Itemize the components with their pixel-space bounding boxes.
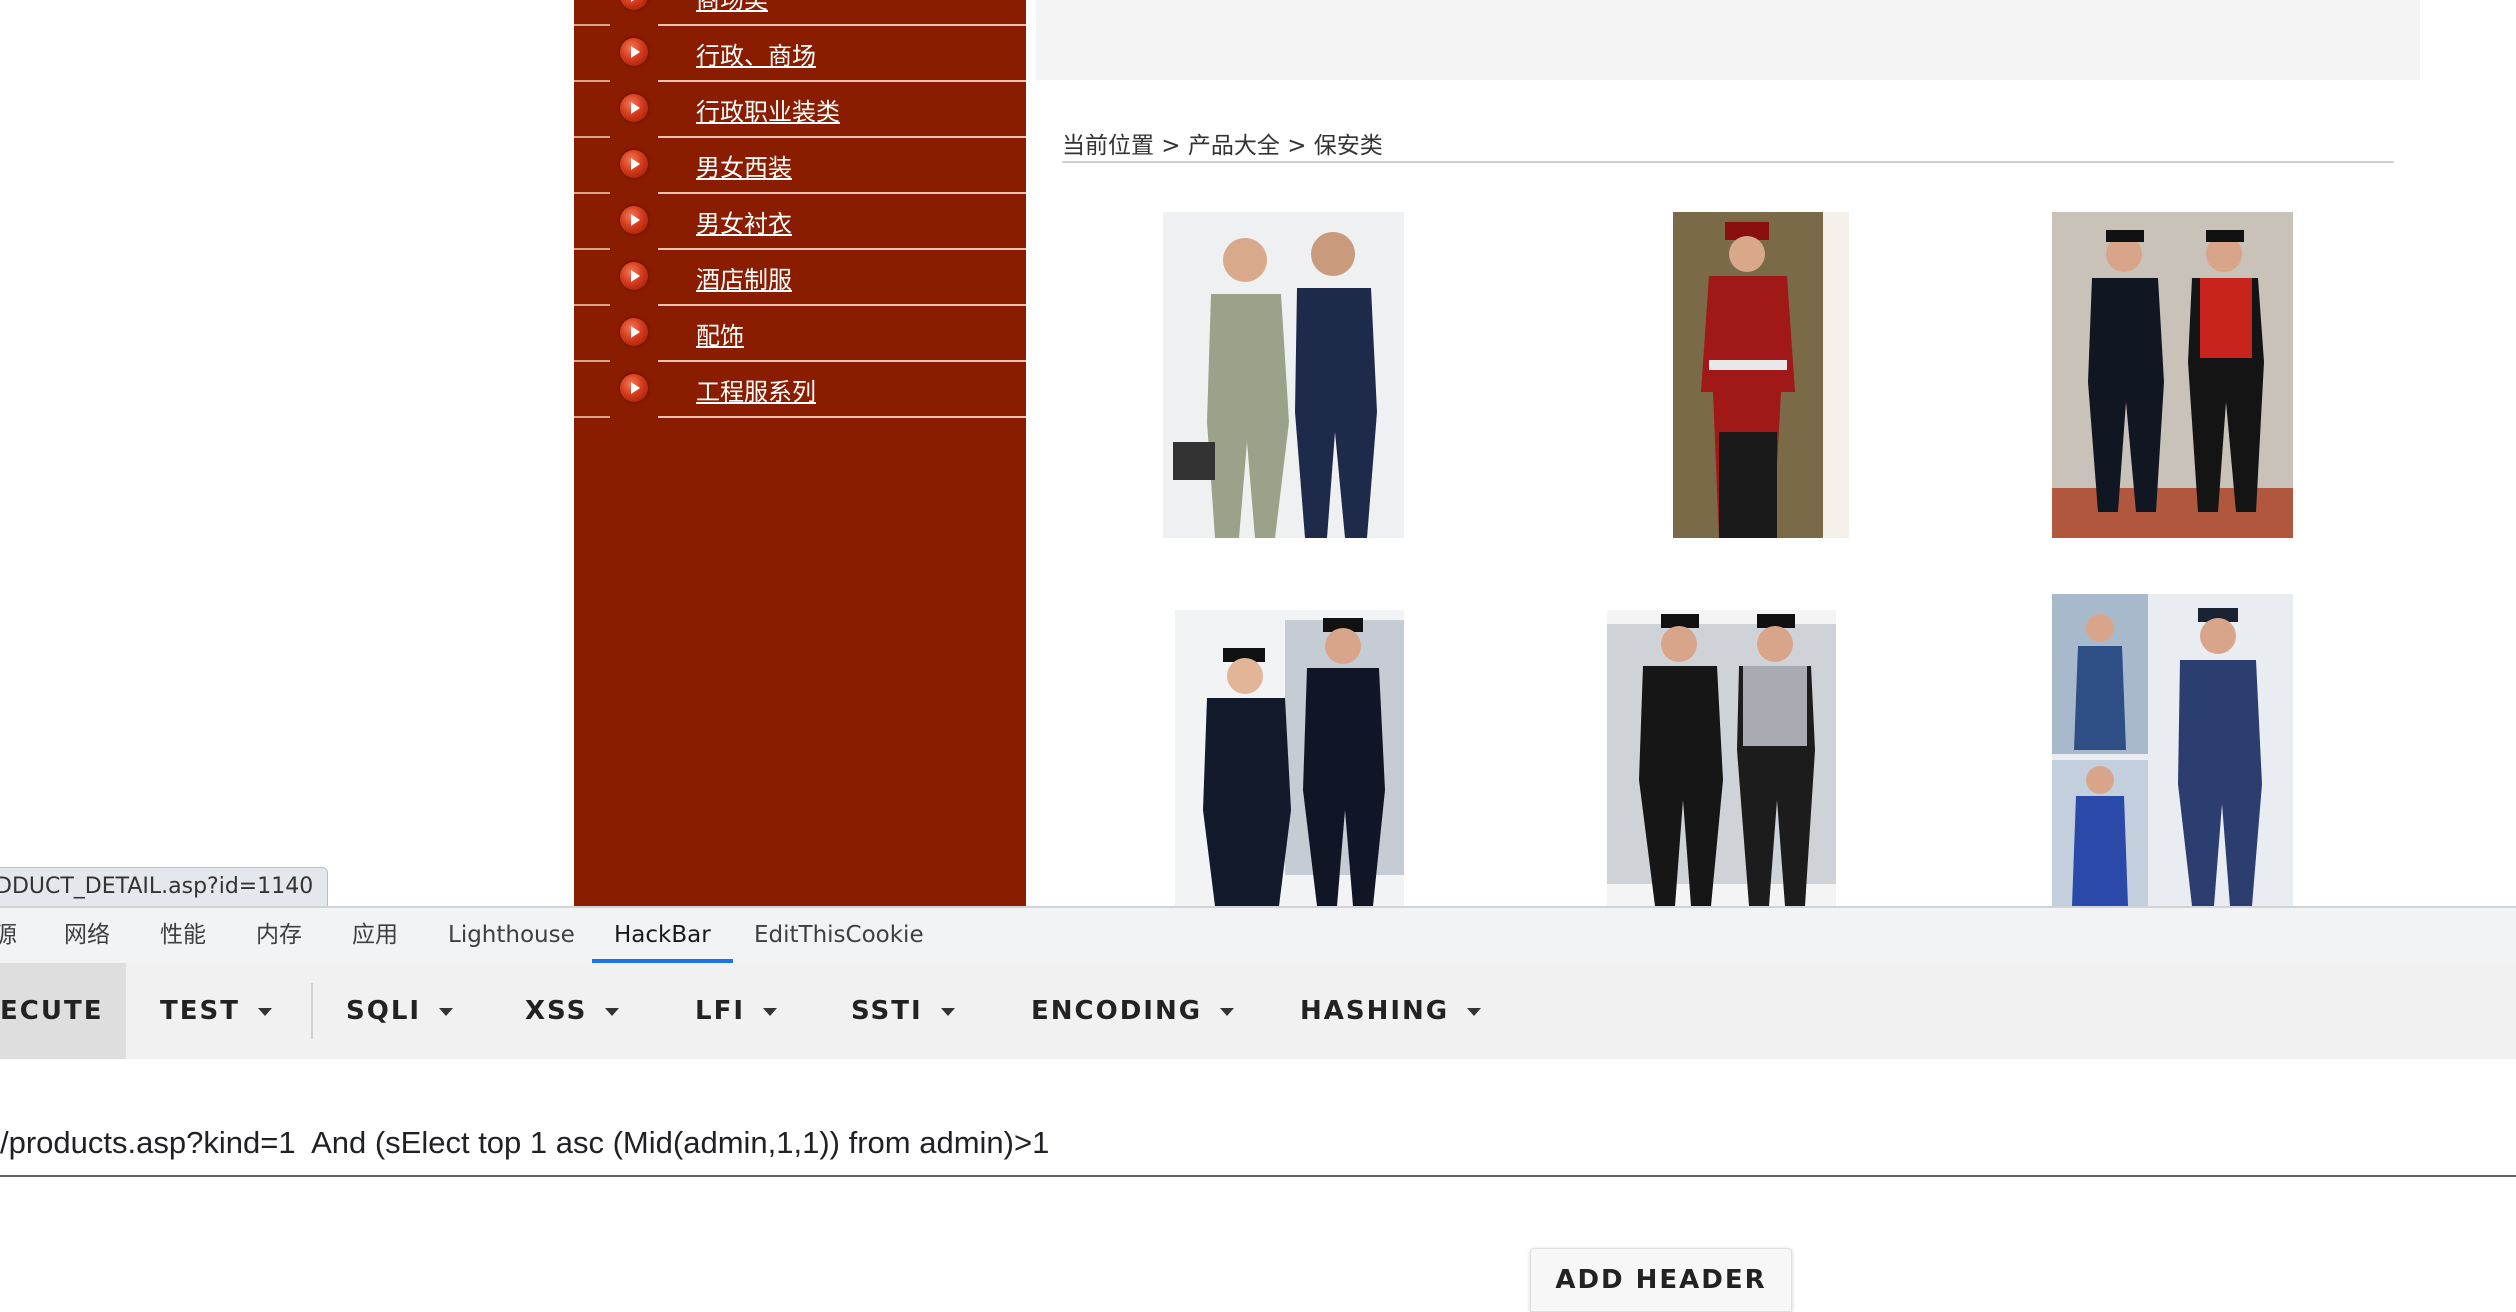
- lfi-label: LFI: [695, 996, 746, 1026]
- arrow-bullet-icon: [620, 206, 648, 234]
- arrow-bullet-icon: [620, 262, 648, 290]
- product-image-3[interactable]: [2052, 212, 2293, 538]
- sidebar-item-shirts[interactable]: 男女衬衣: [574, 194, 1026, 250]
- content-header-box: [1036, 0, 2420, 80]
- sidebar-item-label[interactable]: 男女衬衣: [696, 204, 792, 239]
- chevron-down-icon: [1467, 1007, 1482, 1016]
- sidebar-item-label[interactable]: 行政职业装类: [696, 92, 840, 127]
- ssti-dropdown[interactable]: SSTI: [851, 963, 955, 1059]
- hashing-label: HASHING: [1300, 996, 1450, 1026]
- chevron-down-icon: [763, 1007, 778, 1016]
- sidebar-item-workwear[interactable]: 工程服系列: [574, 362, 1026, 418]
- chevron-down-icon: [940, 1007, 955, 1016]
- tab-sources[interactable]: 源: [0, 908, 17, 962]
- sidebar-item-hotel-uniforms[interactable]: 酒店制服: [574, 250, 1026, 306]
- arrow-bullet-icon: [620, 38, 648, 66]
- sqli-dropdown[interactable]: SQLI: [346, 963, 454, 1059]
- product-image-4[interactable]: [1175, 610, 1404, 906]
- execute-label: ECUTE: [0, 996, 104, 1026]
- category-sidebar: 商场类 行政、商场 行政职业装类 男女西装 男女衬衣 酒店制服 配饰 工程服系列: [574, 0, 1026, 906]
- sidebar-item-label[interactable]: 工程服系列: [696, 372, 816, 407]
- tab-performance[interactable]: 性能: [160, 908, 206, 962]
- sidebar-item-label[interactable]: 行政、商场: [696, 36, 816, 71]
- tab-lighthouse[interactable]: Lighthouse: [448, 908, 575, 962]
- encoding-dropdown[interactable]: ENCODING: [1031, 963, 1235, 1059]
- execute-button[interactable]: ECUTE: [0, 963, 126, 1059]
- link-status-url: DDUCT_DETAIL.asp?id=1140: [0, 867, 329, 906]
- sidebar-item-suits[interactable]: 男女西装: [574, 138, 1026, 194]
- tab-hackbar[interactable]: HackBar: [592, 908, 733, 963]
- arrow-bullet-icon: [620, 150, 648, 178]
- arrow-bullet-icon: [620, 0, 648, 10]
- tab-network[interactable]: 网络: [64, 908, 110, 962]
- divider: [1062, 161, 2394, 163]
- sqli-label: SQLI: [346, 996, 422, 1026]
- arrow-bullet-icon: [620, 318, 648, 346]
- tab-editthiscookie[interactable]: EditThisCookie: [754, 908, 924, 962]
- product-image-6[interactable]: [2052, 594, 2293, 906]
- breadcrumb: 当前位置 > 产品大全 > 保安类: [1062, 133, 1383, 159]
- lfi-dropdown[interactable]: LFI: [695, 963, 778, 1059]
- sidebar-item-label[interactable]: 商场类: [696, 0, 768, 15]
- tab-memory[interactable]: 内存: [256, 908, 302, 962]
- sidebar-item-office-wear[interactable]: 行政职业装类: [574, 82, 1026, 138]
- test-label: TEST: [160, 996, 240, 1026]
- xss-label: XSS: [525, 996, 588, 1026]
- ssti-label: SSTI: [851, 996, 923, 1026]
- sidebar-item-label[interactable]: 配饰: [696, 316, 744, 351]
- test-dropdown[interactable]: TEST: [160, 963, 272, 1059]
- hackbar-toolbar: ECUTE TEST SQLI XSS LFI SSTI ENCODING HA…: [0, 963, 2516, 1059]
- chevron-down-icon: [439, 1007, 454, 1016]
- devtools-tabbar: 源 网络 性能 内存 应用 Lighthouse HackBar EditThi…: [0, 906, 2516, 965]
- chevron-down-icon: [1220, 1007, 1235, 1016]
- sidebar-item-label[interactable]: 男女西装: [696, 148, 792, 183]
- hashing-dropdown[interactable]: HASHING: [1300, 963, 1482, 1059]
- product-image-2[interactable]: [1673, 212, 1849, 538]
- product-image-5[interactable]: [1607, 610, 1836, 906]
- sidebar-item-label[interactable]: 酒店制服: [696, 260, 792, 295]
- tab-application[interactable]: 应用: [352, 908, 398, 962]
- sidebar-item-mall[interactable]: 商场类: [574, 0, 1026, 26]
- product-image-1[interactable]: [1163, 212, 1404, 538]
- arrow-bullet-icon: [620, 374, 648, 402]
- add-header-button[interactable]: ADD HEADER: [1530, 1248, 1792, 1312]
- divider: [574, 416, 610, 418]
- devtools-panel: 源 网络 性能 内存 应用 Lighthouse HackBar EditThi…: [0, 906, 2516, 1312]
- arrow-bullet-icon: [620, 94, 648, 122]
- url-input[interactable]: [0, 1111, 2516, 1177]
- encoding-label: ENCODING: [1031, 996, 1203, 1026]
- sidebar-item-accessories[interactable]: 配饰: [574, 306, 1026, 362]
- divider: [311, 983, 313, 1039]
- xss-dropdown[interactable]: XSS: [525, 963, 620, 1059]
- web-page: 商场类 行政、商场 行政职业装类 男女西装 男女衬衣 酒店制服 配饰 工程服系列…: [0, 0, 2516, 906]
- divider: [658, 416, 1026, 418]
- sidebar-item-admin-mall[interactable]: 行政、商场: [574, 26, 1026, 82]
- chevron-down-icon: [605, 1007, 620, 1016]
- chevron-down-icon: [257, 1007, 272, 1016]
